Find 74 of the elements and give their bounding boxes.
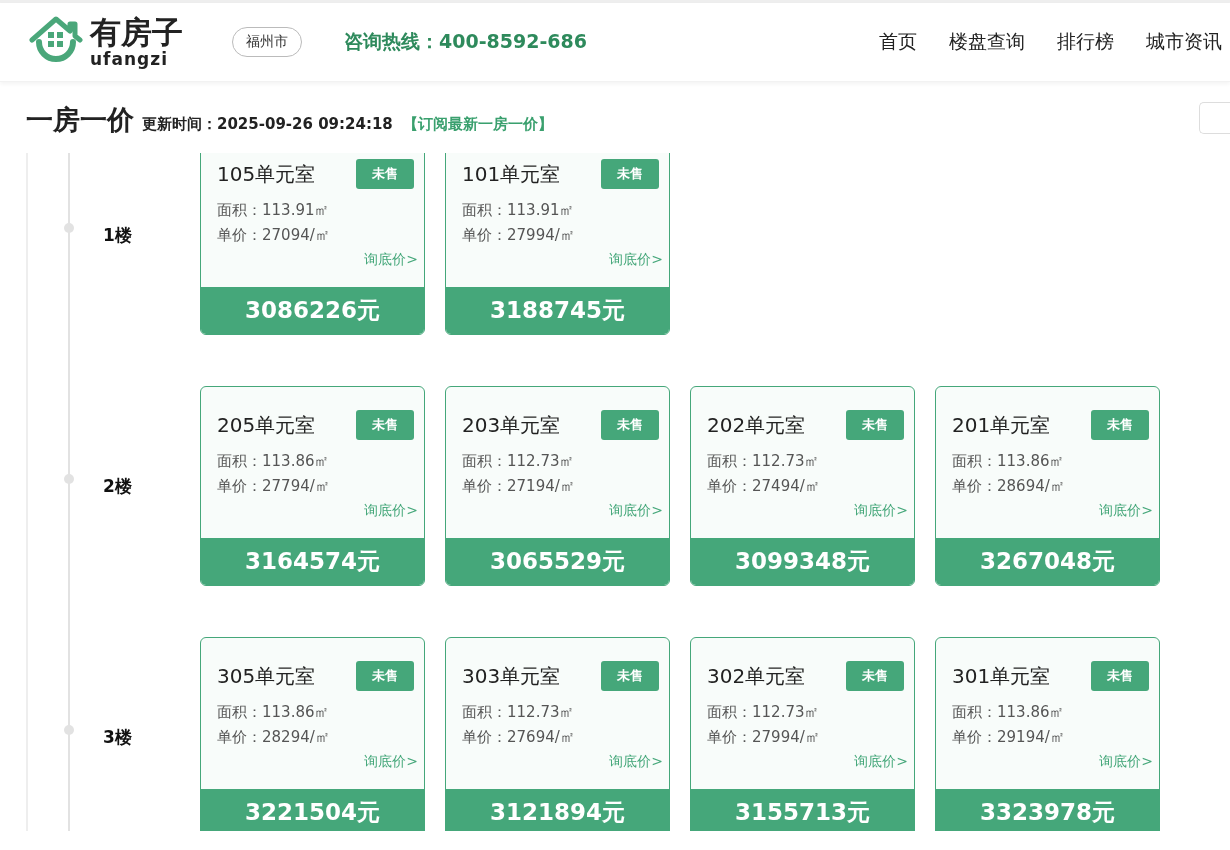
status-badge: 未售: [1091, 661, 1149, 691]
unit-card[interactable]: 202单元室 未售 面积：112.73㎡ 单价：27494/㎡ 询底价> 3099348元: [690, 386, 915, 586]
total-price: 3323978元: [936, 789, 1159, 831]
floor-label: 2楼: [103, 474, 132, 498]
total-price: 3155713元: [691, 789, 914, 831]
unit-price: 单价：27694/㎡: [461, 727, 576, 748]
unit-price: 单价：27494/㎡: [706, 476, 821, 497]
unit-price: 单价：28294/㎡: [216, 727, 331, 748]
nav-link[interactable]: 城市资讯: [1146, 29, 1222, 55]
status-badge: 未售: [846, 661, 904, 691]
total-price: 3065529元: [446, 538, 669, 585]
unit-card[interactable]: 205单元室 未售 面积：113.86㎡ 单价：27794/㎡ 询底价> 3164574元: [200, 386, 425, 586]
floor-label: 3楼: [103, 725, 132, 749]
unit-area: 面积：112.73㎡: [446, 449, 669, 474]
total-price: 3099348元: [691, 538, 914, 585]
page-title: 一房一价: [26, 103, 134, 137]
unit-price: 单价：28694/㎡: [951, 476, 1066, 497]
hotline-text: 咨询热线：400-8592-686: [344, 29, 587, 54]
unit-name: 201单元室: [952, 411, 1051, 439]
update-time: 更新时间：2025-09-26 09:24:18: [142, 115, 393, 134]
unit-area: 面积：113.91㎡: [201, 198, 424, 223]
unit-price: 单价：27994/㎡: [461, 225, 576, 246]
unit-name: 101单元室: [462, 160, 561, 188]
status-badge: 未售: [356, 410, 414, 440]
status-badge: 未售: [601, 410, 659, 440]
nav-link[interactable]: 排行榜: [1057, 29, 1114, 55]
status-badge: 未售: [846, 410, 904, 440]
total-price: 3188745元: [446, 287, 669, 334]
status-badge: 未售: [601, 159, 659, 189]
unit-area: 面积：113.86㎡: [936, 700, 1159, 725]
total-price: 3086226元: [201, 287, 424, 334]
unit-area: 面积：112.73㎡: [446, 700, 669, 725]
total-price: 3121894元: [446, 789, 669, 831]
nav-link[interactable]: 首页: [879, 29, 917, 55]
unit-card[interactable]: 203单元室 未售 面积：112.73㎡ 单价：27194/㎡ 询底价> 3065529元: [445, 386, 670, 586]
unit-name: 105单元室: [217, 160, 316, 188]
status-badge: 未售: [356, 661, 414, 691]
unit-card[interactable]: 302单元室 未售 面积：112.73㎡ 单价：27994/㎡ 询底价> 3155713元: [690, 637, 915, 831]
unit-area: 面积：113.86㎡: [936, 449, 1159, 474]
unit-name: 303单元室: [462, 662, 561, 690]
logo-subtitle[interactable]: ufangzi: [90, 50, 183, 68]
unit-area: 面积：113.86㎡: [201, 700, 424, 725]
status-badge: 未售: [1091, 410, 1149, 440]
total-price: 3221504元: [201, 789, 424, 831]
unit-area: 面积：113.86㎡: [201, 449, 424, 474]
unit-card[interactable]: 105单元室 未售 面积：113.91㎡ 单价：27094/㎡ 询底价> 3086226元: [200, 153, 425, 335]
unit-card[interactable]: 301单元室 未售 面积：113.86㎡ 单价：29194/㎡ 询底价> 3323978元: [935, 637, 1160, 831]
logo-title[interactable]: 有房子: [90, 16, 183, 48]
unit-price: 单价：27194/㎡: [461, 476, 576, 497]
unit-card[interactable]: 303单元室 未售 面积：112.73㎡ 单价：27694/㎡ 询底价> 3121894元: [445, 637, 670, 831]
unit-name: 301单元室: [952, 662, 1051, 690]
unit-name: 205单元室: [217, 411, 316, 439]
unit-card[interactable]: 201单元室 未售 面积：113.86㎡ 单价：28694/㎡ 询底价> 3267048元: [935, 386, 1160, 586]
unit-area: 面积：112.73㎡: [691, 700, 914, 725]
unit-name: 202单元室: [707, 411, 806, 439]
status-badge: 未售: [356, 159, 414, 189]
unit-area: 面积：112.73㎡: [691, 449, 914, 474]
unit-card[interactable]: 101单元室 未售 面积：113.91㎡ 单价：27994/㎡ 询底价> 3188745元: [445, 153, 670, 335]
unit-name: 305单元室: [217, 662, 316, 690]
unit-price: 单价：29194/㎡: [951, 727, 1066, 748]
unit-name: 203单元室: [462, 411, 561, 439]
unit-price: 单价：27094/㎡: [216, 225, 331, 246]
total-price: 3267048元: [936, 538, 1159, 585]
unit-price: 单价：27794/㎡: [216, 476, 331, 497]
city-selector[interactable]: 福州市: [232, 27, 302, 57]
floor-label: 1楼: [103, 223, 132, 247]
nav-link[interactable]: 楼盘查询: [949, 29, 1025, 55]
side-button[interactable]: [1199, 102, 1230, 134]
unit-card[interactable]: 305单元室 未售 面积：113.86㎡ 单价：28294/㎡ 询底价> 3221504元: [200, 637, 425, 831]
unit-area: 面积：113.91㎡: [446, 198, 669, 223]
unit-price: 单价：27994/㎡: [706, 727, 821, 748]
total-price: 3164574元: [201, 538, 424, 585]
status-badge: 未售: [601, 661, 659, 691]
unit-name: 302单元室: [707, 662, 806, 690]
